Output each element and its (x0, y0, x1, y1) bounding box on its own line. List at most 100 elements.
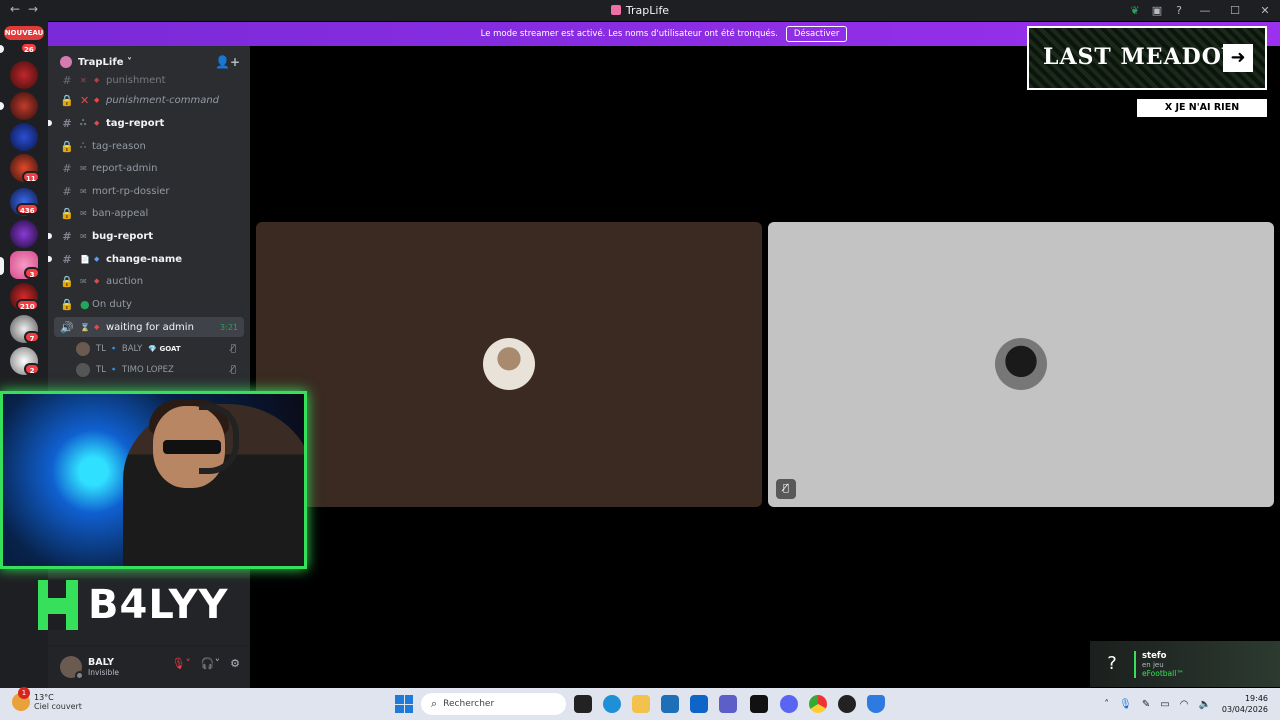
mic-muted-icon[interactable]: 🎙˅ (171, 657, 190, 670)
server-unread-pip (0, 102, 4, 110)
leaf-icon[interactable]: ❦ (1124, 0, 1146, 21)
new-badge[interactable]: NOUVEAU (4, 26, 44, 40)
channel-prefix-icon: ✕ (80, 75, 87, 85)
server-badge: 436 (16, 203, 39, 215)
channel-name: bug-report (92, 230, 154, 242)
channel-bug-report[interactable]: # ✉ bug-report (48, 226, 244, 246)
channel-name: tag-reason (92, 140, 146, 152)
green-circle-icon: ● (80, 297, 90, 311)
server-unread-pip (0, 45, 4, 53)
window-title: TrapLife (0, 4, 1280, 17)
muted-icon: 🎙̸ (230, 344, 236, 354)
server-icon[interactable] (10, 123, 38, 151)
maximize-button[interactable]: ☐ (1220, 0, 1250, 21)
avatar (76, 363, 90, 377)
help-icon[interactable]: ? (1168, 0, 1190, 21)
voice-channel-waiting-for-admin[interactable]: 🔊 ⌛ ◆ waiting for admin 3:21 (54, 317, 244, 337)
voice-user[interactable]: TL 🔹 BALY 💎 GOAT 🎙̸ (76, 339, 242, 359)
channel-tag-reason[interactable]: 🔒 ஃ tag-reason (54, 136, 244, 156)
hash-icon: # (62, 73, 72, 87)
chevron-up-icon[interactable]: ˄ (1104, 699, 1109, 710)
shield-icon[interactable] (867, 695, 885, 713)
user-avatar[interactable] (60, 656, 84, 680)
channel-name: punishment (106, 74, 166, 86)
participant-tile[interactable] (256, 222, 762, 507)
chrome-icon[interactable] (809, 695, 827, 713)
ad-subtitle: X JE N'AI RIEN DEMANDÉ (1137, 99, 1267, 131)
volume-icon[interactable]: 🔈 (1198, 699, 1210, 710)
disable-streamer-button[interactable]: Désactiver (785, 26, 848, 42)
streamer-name-overlay: B4LYY (38, 578, 238, 632)
clock[interactable]: 19:46 03/04/2026 (1222, 693, 1268, 715)
display-icon[interactable]: ▭ (1160, 699, 1169, 710)
streamer-name: B4LYY (88, 582, 229, 628)
channel-prefix-icon: ✉ (80, 276, 87, 286)
edge-icon[interactable] (603, 695, 621, 713)
discord-icon[interactable] (780, 695, 798, 713)
channel-mort-rp-dossier[interactable]: # ✉ mort-rp-dossier (54, 181, 244, 201)
channel-name: punishment-command (106, 94, 220, 106)
server-badge: 26 (20, 42, 38, 54)
server-icon[interactable] (10, 61, 38, 89)
weather-widget[interactable]: 1 13°C Ciel couvert (12, 687, 82, 711)
lock-icon: 🔒 (60, 139, 74, 153)
muted-mic-icon: 🎙̸ (776, 479, 796, 499)
server-badge: 2 (24, 363, 40, 375)
weather-temp: 13°C (34, 693, 54, 702)
terminal-icon[interactable] (750, 695, 768, 713)
lock-icon: 🔒 (60, 274, 74, 288)
wifi-icon[interactable]: ◠ (1180, 699, 1189, 710)
minimize-button[interactable]: — (1190, 0, 1220, 21)
banner-text: Le mode streamer est activé. Les noms d'… (480, 29, 778, 39)
diamond-icon: ◆ (94, 255, 100, 263)
channel-prefix-icon: ✉ (80, 208, 87, 218)
server-icon[interactable] (10, 92, 38, 120)
add-member-icon[interactable]: 👤+ (215, 55, 240, 69)
teams-icon[interactable] (719, 695, 737, 713)
voice-user-name: TL 🔹 BALY (96, 344, 143, 354)
start-button[interactable] (395, 695, 413, 713)
outlook-icon[interactable] (690, 695, 708, 713)
taskbar-search[interactable]: ⌕ Rechercher (421, 693, 566, 715)
channel-prefix-icon: ✉ (80, 186, 87, 196)
last-meadow-ad[interactable]: LAST MEADOW ➜ (1027, 26, 1267, 90)
channel-name: report-admin (92, 162, 158, 174)
streamer-logo-icon (38, 580, 78, 630)
store-icon[interactable] (661, 695, 679, 713)
clock-time: 19:46 (1244, 694, 1268, 703)
user-panel: BALY Invisible 🎙˅ 🎧˅ ⚙ (48, 646, 250, 688)
channel-on-duty[interactable]: 🔒 ● On duty (54, 294, 244, 314)
participant-tile[interactable]: 🎙̸ (768, 222, 1274, 507)
diamond-icon: ◆ (94, 96, 100, 104)
inbox-icon[interactable]: ▣ (1146, 0, 1168, 21)
voice-user[interactable]: TL 🔹 TIMO LOPEZ 🎙̸ (76, 360, 242, 380)
ad-title: LAST MEADOW (1043, 44, 1248, 70)
channel-punishment[interactable]: # ✕ ◆ punishment (54, 70, 244, 90)
channel-ban-appeal[interactable]: 🔒 ✉ ban-appeal (54, 203, 244, 223)
channel-name: On duty (92, 298, 132, 310)
server-icon[interactable] (10, 220, 38, 248)
channel-prefix-icon: ✉ (80, 231, 87, 241)
app-icon[interactable] (838, 695, 856, 713)
app-logo-icon (610, 5, 621, 15)
channel-punishment-command[interactable]: 🔒 ✕ ◆ punishment-command (54, 90, 244, 110)
close-button[interactable]: ✕ (1250, 0, 1280, 21)
participant-avatar (483, 338, 535, 390)
pen-icon[interactable]: ✎ (1142, 699, 1150, 710)
activity-toast[interactable]: ? stefo en jeu eFootball™ (1090, 641, 1280, 687)
voice-timer: 3:21 (220, 322, 238, 332)
diamond-icon: ◆ (94, 76, 100, 84)
channel-tag-report[interactable]: # ஃ ◆ tag-report (48, 113, 244, 133)
weather-badge: 1 (18, 687, 30, 699)
speaker-icon: 🔊 (60, 320, 74, 334)
headphones-icon[interactable]: 🎧˅ (201, 657, 220, 670)
channel-name: mort-rp-dossier (92, 185, 170, 197)
channel-change-name[interactable]: # 📄 ◆ change-name (48, 249, 244, 269)
channel-report-admin[interactable]: # ✉ report-admin (54, 158, 244, 178)
channel-auction[interactable]: 🔒 ✉ ◆ auction (54, 271, 244, 291)
lock-icon: 🔒 (60, 297, 74, 311)
file-explorer-icon[interactable] (632, 695, 650, 713)
task-view-icon[interactable] (574, 695, 592, 713)
settings-gear-icon[interactable]: ⚙ (230, 657, 240, 670)
mic-icon[interactable]: 🎙 (1119, 699, 1132, 710)
